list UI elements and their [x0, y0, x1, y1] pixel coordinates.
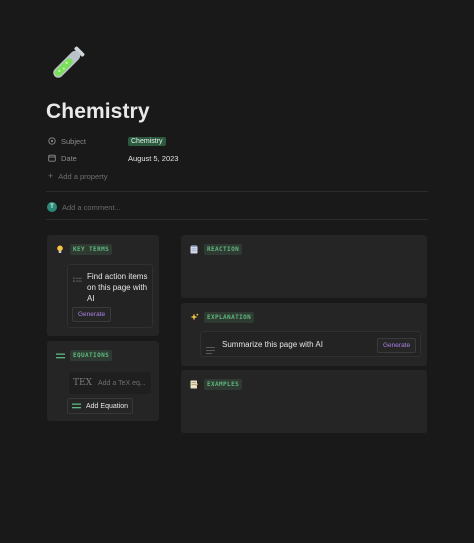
key-terms-label: KEY TERMS: [70, 244, 113, 255]
examples-card[interactable]: EXAMPLES: [181, 370, 427, 433]
checklist-icon: [73, 272, 82, 290]
property-row-date[interactable]: Date August 5, 2023: [48, 150, 178, 166]
add-property-button[interactable]: + Add a property: [48, 168, 107, 184]
add-equation-button[interactable]: Add Equation: [67, 398, 134, 414]
subject-tag[interactable]: Chemistry: [128, 136, 166, 146]
reaction-label: REACTION: [204, 244, 243, 255]
property-row-subject[interactable]: Subject Chemistry: [48, 133, 166, 149]
equals-icon: [55, 351, 65, 361]
plus-icon: +: [48, 171, 54, 181]
memo-icon: [189, 380, 199, 390]
equations-card[interactable]: EQUATIONS TEX Add a TeX eq... Add Equati…: [47, 341, 159, 421]
calendar-icon: [48, 154, 56, 162]
examples-label: EXAMPLES: [204, 379, 243, 390]
sparkles-icon: [189, 313, 199, 323]
test-tube-icon[interactable]: [46, 45, 86, 85]
property-key: Subject: [61, 136, 87, 146]
explanation-card[interactable]: EXPLANATION Summarize this page with AI …: [181, 303, 427, 366]
lightbulb-icon: [55, 245, 65, 255]
circle-dot-icon: [48, 137, 56, 145]
generate-button[interactable]: Generate: [377, 338, 417, 353]
key-terms-card[interactable]: KEY TERMS Find action items on this page…: [47, 235, 159, 336]
reaction-card[interactable]: REACTION: [181, 235, 427, 298]
lines-icon: [206, 341, 215, 359]
ai-prompt-text: Find action items on this page with AI: [87, 272, 148, 303]
notepad-icon: [189, 245, 199, 255]
divider: [46, 219, 428, 220]
comment-placeholder: Add a comment...: [62, 202, 121, 212]
generate-button[interactable]: Generate: [72, 307, 112, 322]
ai-block[interactable]: Summarize this page with AI Generate: [200, 331, 421, 357]
page-title[interactable]: Chemistry: [46, 100, 150, 124]
ai-prompt-text: Summarize this page with AI: [222, 340, 323, 349]
property-key: Date: [61, 153, 77, 163]
divider: [46, 191, 428, 192]
date-value[interactable]: August 5, 2023: [128, 154, 178, 163]
equals-icon: [72, 403, 81, 409]
ai-block[interactable]: Find action items on this page with AI G…: [67, 264, 153, 328]
tex-equation-input[interactable]: TEX Add a TeX eq...: [69, 372, 151, 394]
tex-icon: TEX: [73, 378, 92, 388]
comment-input[interactable]: T Add a comment...: [47, 200, 121, 214]
avatar: T: [47, 202, 57, 212]
tex-placeholder: Add a TeX eq...: [97, 379, 146, 387]
equations-label: EQUATIONS: [70, 350, 113, 361]
explanation-label: EXPLANATION: [204, 312, 255, 323]
